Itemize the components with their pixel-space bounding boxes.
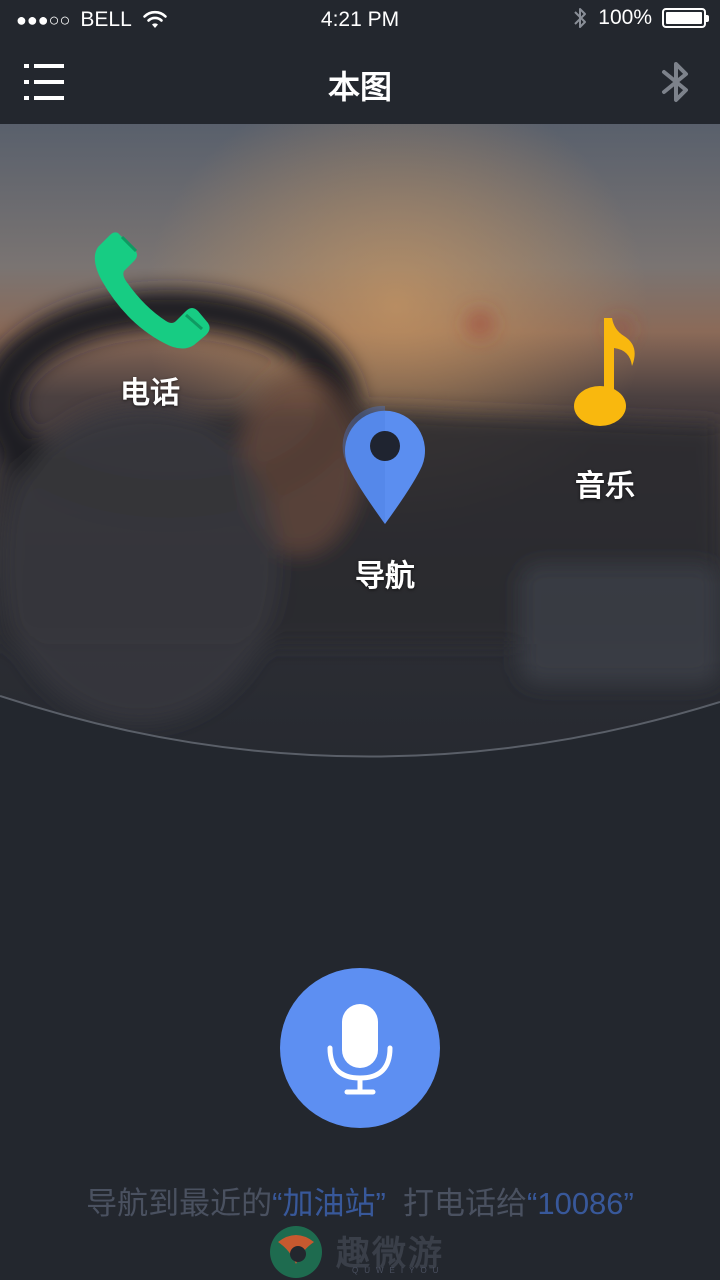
app-screen: ●●●○○ BELL 4:21 PM 100% 本图 电话 导航 音乐 导航到最…	[0, 0, 720, 1280]
bluetooth-icon	[574, 8, 587, 28]
battery-percentage: 100%	[598, 6, 652, 29]
hint-example-2: “10086”	[527, 1186, 634, 1221]
phone-label: 电话	[120, 377, 180, 410]
phone-icon	[94, 232, 210, 349]
watermark-logo-icon	[270, 1226, 322, 1278]
battery-icon	[662, 8, 709, 28]
voice-command-hint: 导航到最近的“加油站” 打电话给“10086”	[0, 1178, 720, 1223]
status-bar: ●●●○○ BELL 4:21 PM 100%	[0, 0, 720, 40]
page-title: 本图	[327, 69, 392, 105]
hero-banner: 电话 导航 音乐	[0, 124, 720, 774]
voice-input-button[interactable]	[280, 968, 440, 1128]
watermark: 趣微游 QUWEIYOU	[268, 1222, 468, 1278]
hint-text-1: 导航到最近的	[86, 1186, 273, 1221]
bluetooth-icon[interactable]	[658, 60, 694, 104]
map-pin-icon	[342, 405, 425, 524]
music-shortcut[interactable]: 音乐	[555, 314, 655, 505]
phone-shortcut[interactable]: 电话	[80, 229, 220, 412]
navigation-shortcut[interactable]: 导航	[320, 404, 450, 595]
microphone-icon	[327, 1004, 393, 1095]
navigation-label: 导航	[355, 560, 415, 593]
nav-bar: 本图	[0, 40, 720, 124]
watermark-subtext: QUWEIYOU	[352, 1266, 445, 1275]
hint-text-2: 打电话给	[385, 1186, 528, 1221]
music-label: 音乐	[575, 470, 635, 503]
status-right: 100%	[572, 6, 709, 30]
music-note-icon	[574, 318, 635, 426]
hint-example-1: “加油站”	[272, 1186, 386, 1221]
